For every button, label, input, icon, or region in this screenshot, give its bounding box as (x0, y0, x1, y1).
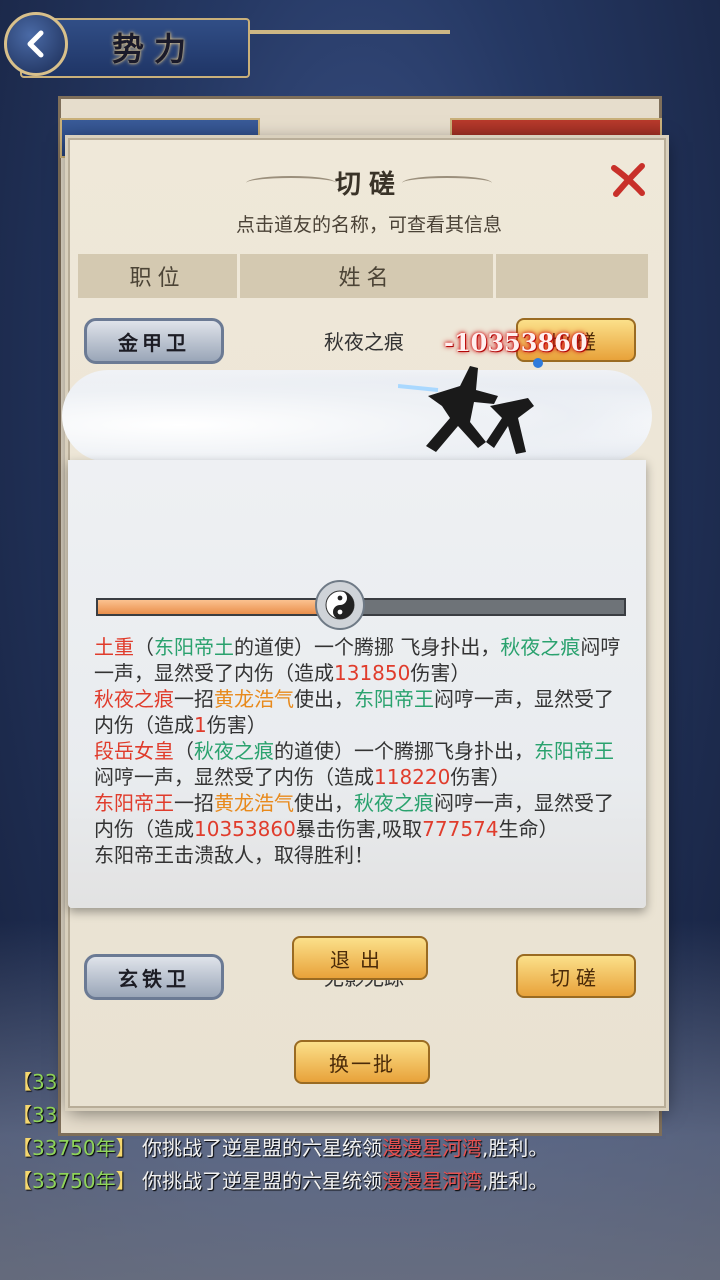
battle-log-segment: 东阳帝王 (94, 791, 174, 815)
column-header-name: 姓名 (240, 254, 496, 298)
dialog-subtitle: 点击道友的名称，可查看其信息 (235, 214, 502, 236)
battle-log-segment: 的道使）一个腾挪 飞身扑出， (234, 635, 501, 659)
close-button[interactable] (608, 160, 648, 200)
battle-log-segment: 一招 (174, 791, 214, 815)
log-bracket-close: 】 (115, 1136, 136, 1160)
exit-button[interactable]: 退出 (292, 936, 428, 980)
dialog-title: 切磋 (334, 170, 403, 200)
back-arrow-icon (27, 30, 44, 58)
back-button[interactable] (4, 12, 68, 76)
page-title: 势力 (112, 30, 197, 68)
battle-log-segment: 10353860 (194, 817, 296, 841)
log-year: 33 (32, 1103, 58, 1127)
battle-log-segment: 777574 (422, 817, 499, 841)
duel-button[interactable]: 切磋 (516, 954, 636, 998)
battle-log-segment: 秋夜之痕 (94, 687, 174, 711)
battle-log-segment: 生命） (498, 817, 559, 841)
rank-badge: 金甲卫 (84, 318, 224, 364)
log-bracket-close: 】 (115, 1169, 136, 1193)
rank-badge: 玄铁卫 (84, 954, 224, 1000)
column-header-rank: 职位 (78, 254, 240, 298)
battle-log-segment: 伤害） (450, 765, 511, 789)
warrior-silhouette-icon (398, 358, 543, 454)
battle-log-segment: 土重 (94, 635, 134, 659)
log-target[interactable]: 漫漫星河湾 (382, 1169, 482, 1193)
hp-bar-fill (98, 600, 340, 614)
battle-log-segment: 131850 (334, 661, 411, 685)
damage-popup: -10353860 (444, 328, 588, 357)
log-year: 33 (32, 1070, 58, 1094)
log-target[interactable]: 漫漫星河湾 (382, 1136, 482, 1160)
log-year: 33750年 (32, 1136, 116, 1160)
battle-log-segment: 118220 (374, 765, 451, 789)
battle-log-segment: 东阳帝王 (354, 687, 434, 711)
battle-log-segment: （ (134, 635, 154, 659)
battle-log-segment: 东阳帝土 (154, 635, 234, 659)
log-bracket-open: 【 (12, 1103, 32, 1127)
battle-log-segment: 段岳女皇 (94, 739, 174, 763)
battle-log-segment: 黄龙浩气 (214, 687, 294, 711)
battle-log-segment: 秋夜之痕 (194, 739, 274, 763)
log-bracket-open: 【 (12, 1136, 32, 1160)
battle-log-segment: 一招 (174, 687, 214, 711)
battle-log-segment: 秋夜之痕 (500, 635, 581, 659)
log-bracket-open: 【 (12, 1070, 32, 1094)
battle-log-entry: 东阳帝王击溃敌人，取得胜利！ (94, 842, 624, 868)
battle-log-segment: 伤害） (206, 713, 267, 737)
top-header: 势力 (0, 0, 720, 86)
close-icon (611, 163, 645, 197)
battle-log-segment: 东阳帝王 (534, 739, 614, 763)
battle-body: 土重（东阳帝土的道使）一个腾挪 飞身扑出，秋夜之痕闷哼一声，显然受了内伤（造成1… (68, 460, 646, 980)
battle-log-entry: 段岳女皇（秋夜之痕的道使）一个腾挪飞身扑出，东阳帝王闷哼一声，显然受了内伤（造成… (94, 738, 624, 790)
battle-popup: -10353860 土重（东阳帝土的道使）一个腾挪 飞身扑出，秋夜之痕闷哼一声，… (62, 328, 652, 980)
battle-log-entry: 土重（东阳帝土的道使）一个腾挪 飞身扑出，秋夜之痕闷哼一声，显然受了内伤（造成1… (94, 634, 624, 686)
log-text: 你挑战了逆星盟的六星统领 (141, 1136, 382, 1160)
table-header: 职位 姓名 (78, 254, 648, 298)
yin-yang-icon (314, 580, 365, 630)
log-result: ,胜利。 (481, 1136, 549, 1160)
battle-log-segment: 使出， (294, 687, 354, 711)
battle-log-segment: 的道使）一个腾挪飞身扑出， (274, 739, 534, 763)
battle-log-segment: 伤害） (410, 661, 471, 685)
battle-log-segment: 东阳帝王击溃敌人，取得胜利！ (94, 843, 374, 867)
battle-log-segment: 闷哼一声，显然受了内伤（造成 (94, 765, 374, 789)
battle-log-segment: 使出， (294, 791, 354, 815)
battle-log-segment: 暴击伤害,吸取 (295, 817, 423, 841)
battle-log: 土重（东阳帝土的道使）一个腾挪 飞身扑出，秋夜之痕闷哼一声，显然受了内伤（造成1… (94, 634, 624, 868)
header-decoration (250, 30, 450, 34)
log-text: 你挑战了逆星盟的六星统领 (141, 1169, 382, 1193)
battle-log-segment: 秋夜之痕 (354, 791, 434, 815)
log-line: 【33750年】 你挑战了逆星盟的六星统领漫漫星河湾,胜利。 (12, 1165, 712, 1198)
battle-log-segment: 黄龙浩气 (214, 791, 294, 815)
log-result: ,胜利。 (481, 1169, 549, 1193)
log-bracket-open: 【 (12, 1169, 32, 1193)
log-line: 【33750年】 你挑战了逆星盟的六星统领漫漫星河湾,胜利。 (12, 1132, 712, 1165)
column-header-action (496, 254, 648, 298)
battle-log-segment: 1 (194, 713, 207, 737)
battle-log-entry: 东阳帝王一招黄龙浩气使出，秋夜之痕闷哼一声，显然受了内伤（造成10353860暴… (94, 790, 624, 842)
refresh-button[interactable]: 换一批 (294, 1040, 430, 1084)
battle-log-segment: （ (174, 739, 194, 763)
battle-log-entry: 秋夜之痕一招黄龙浩气使出，东阳帝王闷哼一声，显然受了内伤（造成1伤害） (94, 686, 624, 738)
log-year: 33750年 (32, 1169, 116, 1193)
